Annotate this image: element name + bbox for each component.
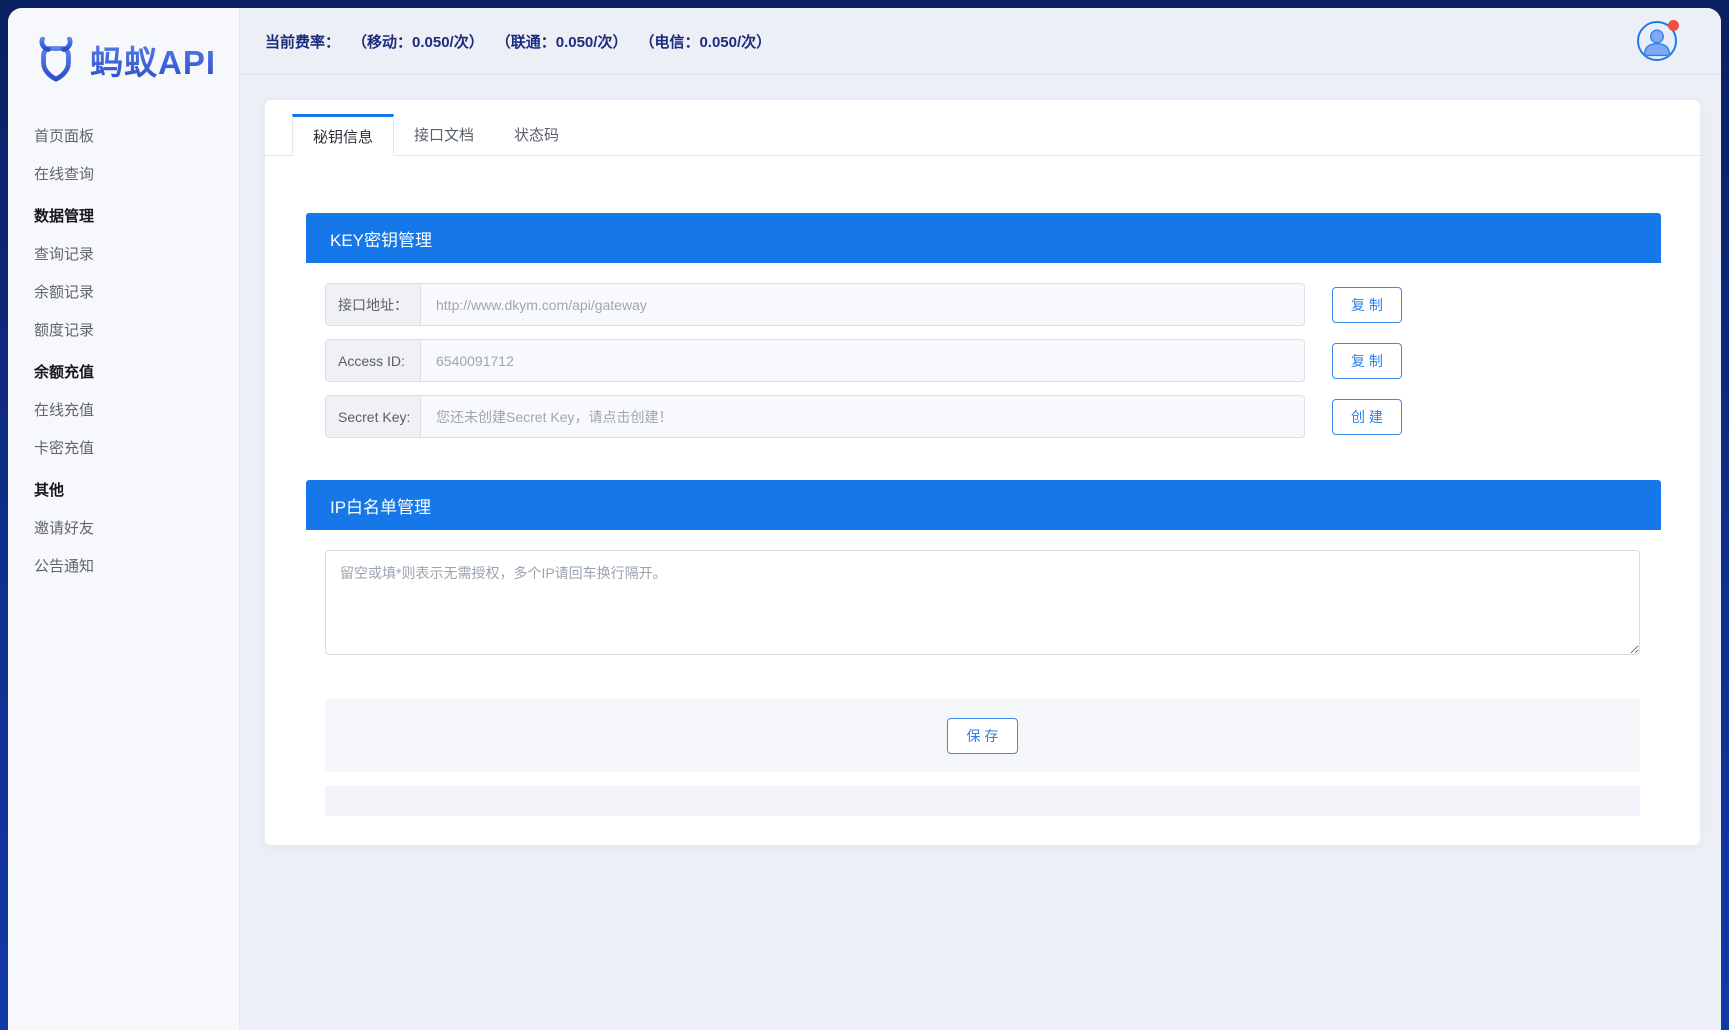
user-avatar[interactable]	[1637, 21, 1677, 61]
tab-panel-secret-info: KEY密钥管理 接口地址： http://www.dkym.com/api/ga…	[265, 156, 1700, 816]
page-content: 秘钥信息 接口文档 状态码 KEY密钥管理 接口地址： http://www.d…	[240, 75, 1721, 1030]
sidebar-item-announcements[interactable]: 公告通知	[8, 548, 239, 586]
rate-label: 当前费率：	[265, 31, 340, 52]
sidebar-item-balance-records[interactable]: 余额记录	[8, 274, 239, 312]
secret-key-value: 您还未创建Secret Key，请点击创建！	[421, 396, 1304, 437]
sidebar: 蚂蚁API 首页面板 在线查询 数据管理 查询记录 余额记录 额度记录 余额充值…	[8, 8, 240, 1030]
current-rates: 当前费率： （移动：0.050/次） （联通：0.050/次） （电信：0.05…	[265, 31, 771, 52]
key-management-section: KEY密钥管理 接口地址： http://www.dkym.com/api/ga…	[306, 213, 1661, 438]
content-card: 秘钥信息 接口文档 状态码 KEY密钥管理 接口地址： http://www.d…	[265, 100, 1700, 845]
key-section-body: 接口地址： http://www.dkym.com/api/gateway 复 …	[306, 263, 1661, 438]
ip-whitelist-section: IP白名单管理	[306, 480, 1661, 660]
sidebar-item-query-records[interactable]: 查询记录	[8, 236, 239, 274]
gateway-field: 接口地址： http://www.dkym.com/api/gateway	[325, 283, 1305, 326]
notification-dot	[1668, 20, 1679, 31]
copy-gateway-button[interactable]: 复 制	[1332, 287, 1402, 323]
field-line-gateway: 接口地址： http://www.dkym.com/api/gateway 复 …	[325, 283, 1640, 326]
gateway-label: 接口地址：	[326, 284, 421, 325]
rate-telecom: （电信：0.050/次）	[639, 31, 771, 52]
tab-status-codes[interactable]: 状态码	[494, 113, 579, 155]
topbar: 当前费率： （移动：0.050/次） （联通：0.050/次） （电信：0.05…	[240, 8, 1721, 75]
sidebar-item-card-recharge[interactable]: 卡密充值	[8, 430, 239, 468]
sidebar-group-balance-recharge: 余额充值	[8, 354, 239, 392]
copy-access-id-button[interactable]: 复 制	[1332, 343, 1402, 379]
tab-bar: 秘钥信息 接口文档 状态码	[265, 100, 1700, 156]
gateway-value: http://www.dkym.com/api/gateway	[421, 284, 1304, 325]
sidebar-item-dashboard[interactable]: 首页面板	[8, 118, 239, 156]
field-line-secret-key: Secret Key: 您还未创建Secret Key，请点击创建！ 创 建	[325, 395, 1640, 438]
sidebar-menu: 首页面板 在线查询 数据管理 查询记录 余额记录 额度记录 余额充值 在线充值 …	[8, 108, 239, 586]
footer-strip	[325, 786, 1640, 816]
rate-mobile: （移动：0.050/次）	[352, 31, 484, 52]
field-line-access-id: Access ID: 6540091712 复 制	[325, 339, 1640, 382]
main-area: 当前费率： （移动：0.050/次） （联通：0.050/次） （电信：0.05…	[240, 8, 1721, 1030]
sidebar-group-data-management: 数据管理	[8, 198, 239, 236]
access-id-label: Access ID:	[326, 340, 421, 381]
sidebar-group-other: 其他	[8, 472, 239, 510]
rate-unicom: （联通：0.050/次）	[496, 31, 628, 52]
key-section-header: KEY密钥管理	[306, 213, 1661, 263]
sidebar-item-online-query[interactable]: 在线查询	[8, 156, 239, 194]
tab-secret-info[interactable]: 秘钥信息	[292, 114, 394, 156]
sidebar-item-invite-friends[interactable]: 邀请好友	[8, 510, 239, 548]
tab-api-docs[interactable]: 接口文档	[394, 113, 494, 155]
save-strip: 保 存	[325, 699, 1640, 772]
save-button[interactable]: 保 存	[947, 718, 1018, 754]
sidebar-item-quota-records[interactable]: 额度记录	[8, 312, 239, 350]
sidebar-item-online-recharge[interactable]: 在线充值	[8, 392, 239, 430]
app-logo: 蚂蚁API	[8, 8, 239, 108]
secret-key-label: Secret Key:	[326, 396, 421, 437]
secret-key-field: Secret Key: 您还未创建Secret Key，请点击创建！	[325, 395, 1305, 438]
app-window: 蚂蚁API 首页面板 在线查询 数据管理 查询记录 余额记录 额度记录 余额充值…	[8, 8, 1721, 1030]
ip-section-body	[306, 530, 1661, 660]
create-secret-key-button[interactable]: 创 建	[1332, 399, 1402, 435]
access-id-value: 6540091712	[421, 340, 1304, 381]
ip-section-header: IP白名单管理	[306, 480, 1661, 530]
ip-whitelist-textarea[interactable]	[325, 550, 1640, 655]
ant-logo-icon	[32, 37, 80, 83]
access-id-field: Access ID: 6540091712	[325, 339, 1305, 382]
app-logo-text: 蚂蚁API	[90, 36, 216, 84]
